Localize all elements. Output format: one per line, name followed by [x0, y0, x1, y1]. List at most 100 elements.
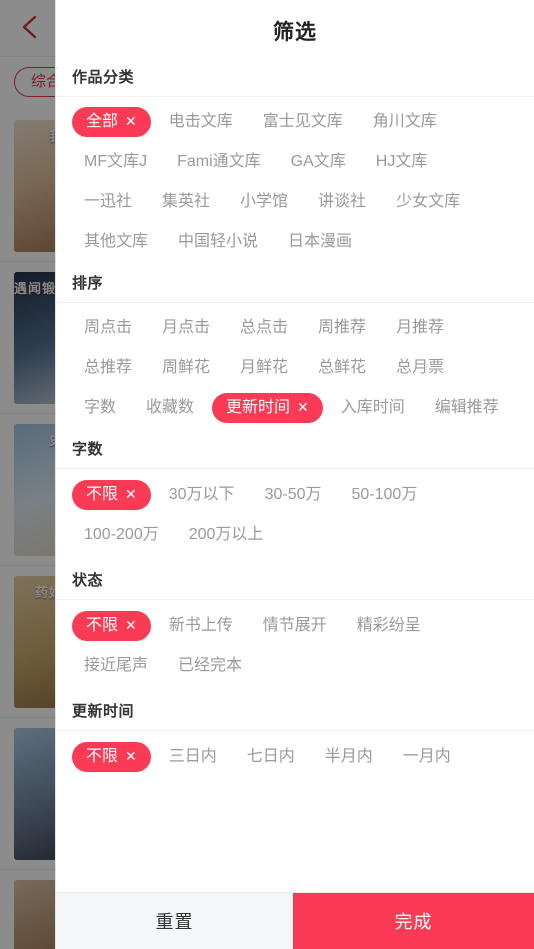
filter-tag-category-12[interactable]: 少女文库 — [384, 187, 472, 217]
tag-label: 情节展开 — [262, 617, 327, 634]
tag-label: 总鲜花 — [318, 359, 367, 376]
filter-tag-category-1[interactable]: 电击文库 — [157, 107, 245, 137]
filter-tag-status-0[interactable]: 不限 ✕ — [72, 611, 151, 641]
tag-label: 月点击 — [162, 319, 211, 336]
filter-tag-sort-7[interactable]: 月鲜花 — [228, 353, 300, 383]
close-icon[interactable]: ✕ — [125, 619, 137, 633]
tag-label: 不限 — [86, 486, 119, 503]
filter-tag-wordcount-2[interactable]: 30-50万 — [253, 480, 334, 510]
tag-label: 电击文库 — [168, 113, 233, 130]
close-icon[interactable]: ✕ — [297, 401, 309, 415]
filter-section-updatetime: 更新时间 不限 ✕ 三日内 七日内 半月内 一月内 — [56, 696, 534, 787]
filter-tag-wordcount-4[interactable]: 100-200万 — [72, 520, 171, 550]
filter-tag-sort-8[interactable]: 总鲜花 — [306, 353, 378, 383]
filter-tag-updatetime-0[interactable]: 不限 ✕ — [72, 742, 151, 772]
tag-label: 接近尾声 — [84, 657, 149, 674]
tag-label: 编辑推荐 — [434, 399, 499, 416]
tag-label: 月推荐 — [396, 319, 445, 336]
filter-tag-sort-12[interactable]: 更新时间 ✕ — [212, 393, 323, 423]
filter-tag-category-2[interactable]: 富士见文库 — [251, 107, 355, 137]
filter-tag-sort-2[interactable]: 总点击 — [228, 313, 300, 343]
section-title: 字数 — [72, 441, 104, 458]
tag-label: 半月内 — [324, 748, 373, 765]
filter-tag-sort-4[interactable]: 月推荐 — [384, 313, 456, 343]
close-icon[interactable]: ✕ — [125, 750, 137, 764]
filter-tag-sort-9[interactable]: 总月票 — [384, 353, 456, 383]
filter-tag-updatetime-4[interactable]: 一月内 — [391, 742, 463, 772]
tag-label: 总推荐 — [84, 359, 133, 376]
filter-tag-status-2[interactable]: 情节展开 — [251, 611, 339, 641]
close-icon[interactable]: ✕ — [125, 488, 137, 502]
filter-tag-status-5[interactable]: 已经完本 — [166, 651, 254, 681]
close-icon[interactable]: ✕ — [125, 115, 137, 129]
confirm-button[interactable]: 完成 — [293, 893, 534, 949]
tag-label: 小学馆 — [240, 193, 289, 210]
filter-tag-status-3[interactable]: 精彩纷呈 — [345, 611, 433, 641]
filter-tag-status-4[interactable]: 接近尾声 — [72, 651, 160, 681]
filter-tag-category-15[interactable]: 日本漫画 — [276, 227, 364, 257]
filter-tag-sort-14[interactable]: 编辑推荐 — [423, 393, 511, 423]
tag-label: 周推荐 — [318, 319, 367, 336]
tag-group-wordcount: 不限 ✕ 30万以下 30-50万 50-100万 100-200万 200万以上 — [72, 469, 520, 565]
filter-tag-sort-10[interactable]: 字数 — [72, 393, 128, 423]
tag-label: 已经完本 — [178, 657, 243, 674]
tag-label: 一月内 — [402, 748, 451, 765]
section-title: 更新时间 — [72, 703, 135, 720]
filter-tag-category-8[interactable]: 一迅社 — [72, 187, 144, 217]
filter-tag-wordcount-5[interactable]: 200万以上 — [177, 520, 276, 550]
filter-tag-category-6[interactable]: GA文库 — [279, 147, 358, 177]
filter-tag-sort-0[interactable]: 周点击 — [72, 313, 144, 343]
filter-tag-category-3[interactable]: 角川文库 — [361, 107, 449, 137]
filter-tag-category-13[interactable]: 其他文库 — [72, 227, 160, 257]
tag-label: 200万以上 — [188, 526, 264, 543]
page-title: 筛选 — [273, 21, 317, 44]
section-title: 状态 — [72, 572, 104, 589]
filter-tag-sort-13[interactable]: 入库时间 — [329, 393, 417, 423]
filter-tag-updatetime-3[interactable]: 半月内 — [313, 742, 385, 772]
filter-tag-category-10[interactable]: 小学馆 — [228, 187, 300, 217]
tag-label: 30-50万 — [264, 486, 322, 503]
filter-tag-sort-11[interactable]: 收藏数 — [134, 393, 206, 423]
tag-label: 集英社 — [162, 193, 211, 210]
tag-label: 100-200万 — [84, 526, 159, 543]
filter-tag-wordcount-1[interactable]: 30万以下 — [157, 480, 247, 510]
filter-tag-sort-5[interactable]: 总推荐 — [72, 353, 144, 383]
tag-label: 其他文库 — [84, 233, 149, 250]
filter-tag-category-9[interactable]: 集英社 — [150, 187, 222, 217]
filter-tag-category-14[interactable]: 中国轻小说 — [166, 227, 270, 257]
filter-tag-updatetime-2[interactable]: 七日内 — [235, 742, 307, 772]
section-title: 排序 — [72, 275, 104, 292]
tag-label: 不限 — [86, 748, 119, 765]
tag-label: MF文库J — [84, 153, 148, 170]
filter-tag-wordcount-3[interactable]: 50-100万 — [340, 480, 430, 510]
tag-group-sort: 周点击 月点击 总点击 周推荐 月推荐 总推荐 周鲜花 月鲜花 总鲜花 总月票 … — [72, 303, 520, 434]
tag-label: GA文库 — [290, 153, 346, 170]
tag-label: 日本漫画 — [288, 233, 353, 250]
filter-tag-updatetime-1[interactable]: 三日内 — [157, 742, 229, 772]
tag-label: 50-100万 — [351, 486, 418, 503]
filter-tag-category-7[interactable]: HJ文库 — [364, 147, 440, 177]
tag-label: 总月票 — [396, 359, 445, 376]
filter-section-wordcount: 字数 不限 ✕ 30万以下 30-50万 50-100万 100-200万 200… — [56, 434, 534, 565]
filter-tag-sort-3[interactable]: 周推荐 — [306, 313, 378, 343]
filter-tag-status-1[interactable]: 新书上传 — [157, 611, 245, 641]
tag-label: 精彩纷呈 — [356, 617, 421, 634]
filter-section-sort: 排序 周点击 月点击 总点击 周推荐 月推荐 总推荐 周鲜花 月鲜花 总鲜花 总… — [56, 268, 534, 434]
filter-tag-category-0[interactable]: 全部 ✕ — [72, 107, 151, 137]
filter-tag-category-4[interactable]: MF文库J — [72, 147, 159, 177]
filter-tag-sort-6[interactable]: 周鲜花 — [150, 353, 222, 383]
filter-tag-sort-1[interactable]: 月点击 — [150, 313, 222, 343]
filter-panel-footer: 重置 完成 — [56, 892, 534, 949]
filter-tag-wordcount-0[interactable]: 不限 ✕ — [72, 480, 151, 510]
section-divider — [56, 468, 534, 469]
filter-panel-header: 筛选 — [56, 0, 534, 62]
filter-tag-category-11[interactable]: 讲谈社 — [306, 187, 378, 217]
tag-label: 月鲜花 — [240, 359, 289, 376]
filter-tag-category-5[interactable]: Fami通文库 — [165, 147, 273, 177]
filter-panel-body[interactable]: 作品分类 全部 ✕ 电击文库 富士见文库 角川文库 MF文库J Fami通文库 G… — [56, 62, 534, 892]
tag-label: 富士见文库 — [262, 113, 343, 130]
reset-button[interactable]: 重置 — [56, 893, 293, 949]
tag-label: 总点击 — [240, 319, 289, 336]
filter-panel: 筛选 作品分类 全部 ✕ 电击文库 富士见文库 角川文库 MF文库J Fami通文… — [55, 0, 534, 949]
tag-group-category: 全部 ✕ 电击文库 富士见文库 角川文库 MF文库J Fami通文库 GA文库 H… — [72, 97, 520, 268]
